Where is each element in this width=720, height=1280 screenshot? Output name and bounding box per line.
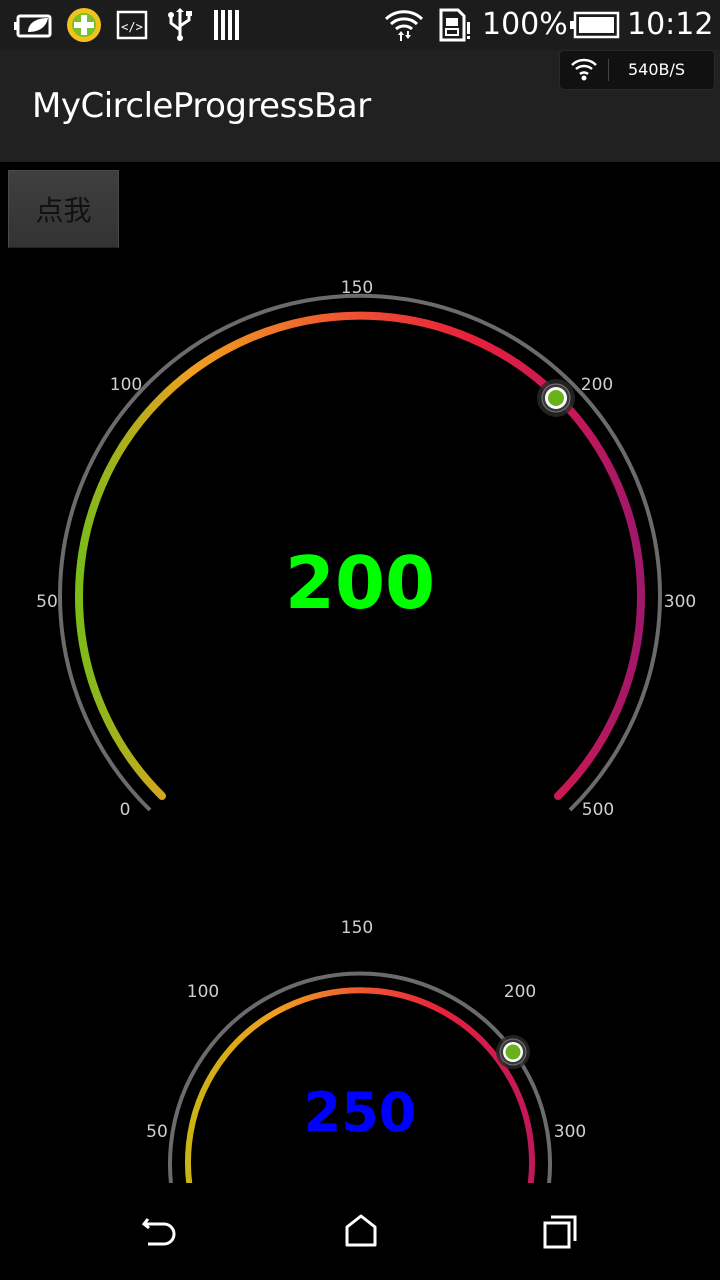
gauge-2-tick-200: 200 — [504, 982, 536, 1002]
gauges-canvas: 0 50 100 150 200 300 500 200 50 100 150 … — [36, 278, 696, 1183]
gauge-1-tick-0: 0 — [120, 800, 131, 820]
navigation-bar — [0, 1183, 720, 1280]
gauge-2-value: 250 — [304, 1081, 417, 1144]
gauge-1-value: 200 — [285, 541, 435, 625]
home-icon[interactable] — [341, 1211, 381, 1251]
gauge-1-tick-500: 500 — [582, 800, 614, 820]
gauge-1-tick-100: 100 — [110, 375, 142, 395]
recents-icon[interactable] — [541, 1211, 581, 1251]
gauge-1-tick-50: 50 — [36, 592, 58, 612]
gauge-2-tick-150: 150 — [341, 918, 373, 938]
gauge-1-tick-300: 300 — [664, 592, 696, 612]
back-icon[interactable] — [140, 1211, 180, 1251]
gauge-2-tick-100: 100 — [187, 982, 219, 1002]
gauge-2-tick-50: 50 — [146, 1122, 168, 1142]
gauge-1-tick-200: 200 — [581, 375, 613, 395]
gauge-2: 50 100 150 200 300 250 — [146, 918, 586, 1183]
gauge-2-thumb — [496, 1035, 530, 1069]
gauge-2-outer-track — [168, 971, 552, 1183]
gauge-1-thumb — [537, 379, 575, 417]
gauge-2-tick-300: 300 — [554, 1122, 586, 1142]
gauge-1: 0 50 100 150 200 300 500 200 — [36, 278, 696, 820]
gauge-1-tick-150: 150 — [341, 278, 373, 298]
